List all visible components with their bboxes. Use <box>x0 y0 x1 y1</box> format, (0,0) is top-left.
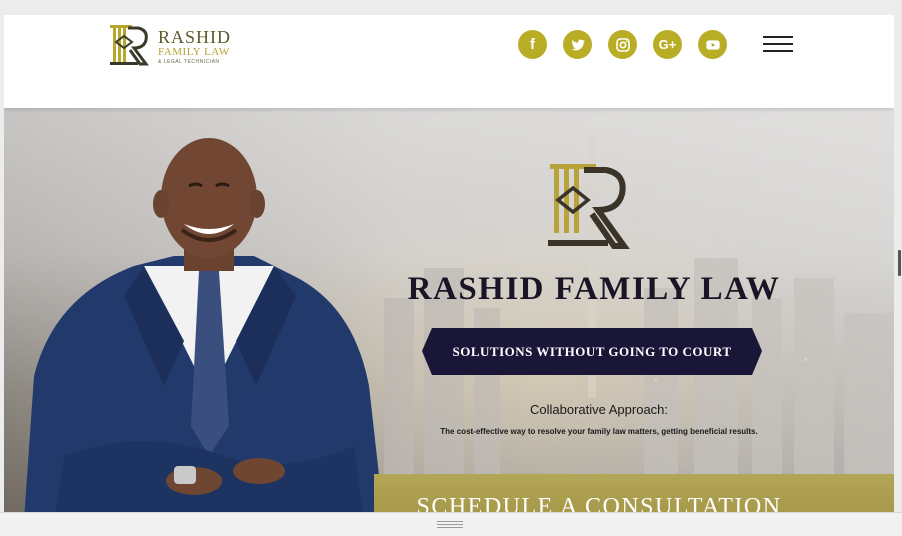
instagram-icon <box>615 37 630 52</box>
social-links: f G+ <box>518 30 743 59</box>
approach-description: The cost-effective way to resolve your f… <box>440 427 758 436</box>
google-plus-icon: G+ <box>658 37 677 52</box>
hero-logo-monogram-icon <box>548 164 630 249</box>
twitter-icon <box>571 39 585 51</box>
approach-heading: Collaborative Approach: <box>529 402 669 417</box>
hero-banner: RASHID FAMILY LAW SOLUTIONS WITHOUT GOIN… <box>4 108 894 520</box>
site-header: RASHID FAMILY LAW & LEGAL TECHNICIAN f G… <box>4 15 894 108</box>
instagram-button[interactable] <box>608 30 637 59</box>
youtube-icon <box>705 39 720 50</box>
banner-text: SOLUTIONS WITHOUT GOING TO COURT <box>452 344 732 359</box>
hero-title: RASHID FAMILY LAW <box>407 271 781 307</box>
facebook-button[interactable]: f <box>518 30 547 59</box>
webpage: RASHID FAMILY LAW & LEGAL TECHNICIAN f G… <box>4 15 894 520</box>
attorney-portrait <box>24 138 384 520</box>
logo-subtitle: FAMILY LAW <box>158 46 230 58</box>
hamburger-menu-icon[interactable] <box>763 36 793 53</box>
logo-name: RASHID <box>158 27 232 47</box>
logo-monogram-icon <box>110 25 149 66</box>
youtube-button[interactable] <box>698 30 727 59</box>
site-logo[interactable]: RASHID FAMILY LAW & LEGAL TECHNICIAN <box>108 22 231 68</box>
tagline-banner: SOLUTIONS WITHOUT GOING TO COURT <box>422 328 762 375</box>
facebook-icon: f <box>530 36 535 53</box>
drag-grip-icon[interactable] <box>437 521 463 528</box>
logo-tagline: & LEGAL TECHNICIAN <box>158 59 220 65</box>
google-plus-button[interactable]: G+ <box>653 30 682 59</box>
twitter-button[interactable] <box>563 30 592 59</box>
bottom-toolbar <box>0 512 902 536</box>
logo-text: RASHID FAMILY LAW & LEGAL TECHNICIAN <box>158 28 231 65</box>
resize-handle[interactable] <box>898 250 901 276</box>
